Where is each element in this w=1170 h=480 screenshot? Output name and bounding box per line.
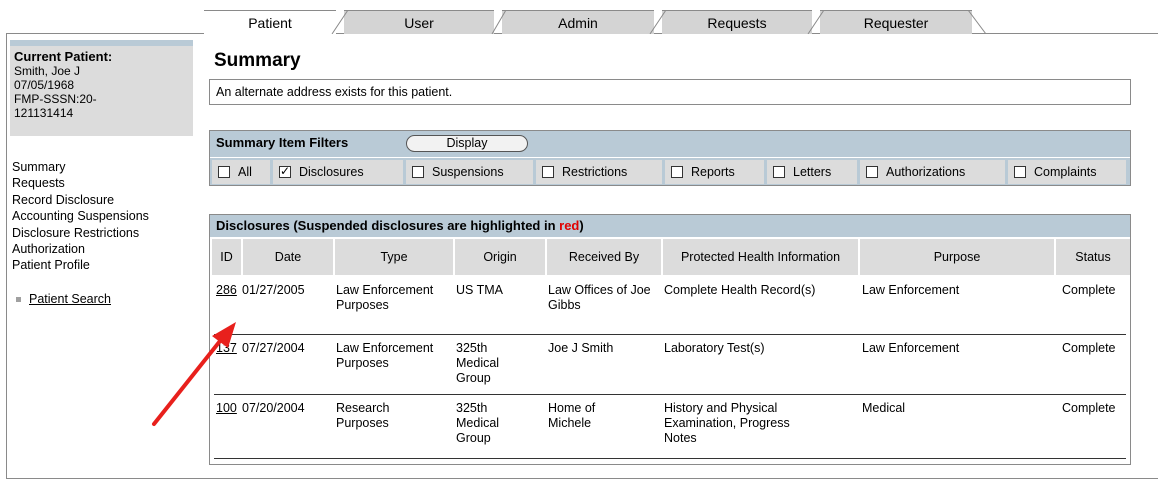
filter-label: Disclosures	[299, 165, 364, 179]
col-header-id: ID	[212, 239, 241, 275]
alert-message: An alternate address exists for this pat…	[209, 79, 1131, 105]
patient-id-line2: 121131414	[14, 106, 74, 120]
filter-complaints[interactable]: Complaints	[1008, 160, 1126, 184]
filters-header: Summary Item Filters Display	[210, 131, 1130, 157]
checkbox-checked-icon[interactable]	[279, 164, 291, 178]
col-header-type: Type	[335, 239, 453, 275]
sidebar-item-record-disclosure[interactable]: Record Disclosure	[12, 192, 149, 208]
table-row: 286 01/27/2005 Law Enforcement Purposes …	[212, 277, 1128, 335]
col-header-received-by: Received By	[547, 239, 661, 275]
filter-label: Authorizations	[886, 165, 966, 179]
table-row: 137 07/27/2004 Law Enforcement Purposes …	[212, 335, 1128, 395]
patient-search-item: Patient Search	[16, 292, 111, 306]
cell-phi: Complete Health Record(s)	[664, 283, 816, 297]
cell-type: Research Purposes	[336, 401, 390, 430]
filter-label: Letters	[793, 165, 832, 179]
filter-label: Suspensions	[432, 165, 504, 179]
filter-label: Restrictions	[562, 165, 628, 179]
patient-id-line1: FMP-SSSN:20-	[14, 92, 97, 106]
sidebar-item-requests[interactable]: Requests	[12, 175, 149, 191]
checkbox-icon[interactable]	[542, 166, 554, 178]
col-header-origin: Origin	[455, 239, 545, 275]
filter-all[interactable]: All	[212, 160, 270, 184]
summary-item-filters: Summary Item Filters Display All Disclos…	[209, 130, 1131, 186]
current-patient-label: Current Patient:	[14, 49, 113, 64]
tab-separators	[331, 10, 987, 34]
patient-name: Smith, Joe J	[14, 64, 81, 78]
sidebar-item-accounting-suspensions[interactable]: Accounting Suspensions	[12, 208, 149, 224]
disclosures-caption: Disclosures (Suspended disclosures are h…	[210, 215, 1130, 237]
filter-label: All	[238, 165, 252, 179]
cell-purpose: Law Enforcement	[862, 341, 960, 355]
disclosure-id-link[interactable]: 286	[216, 283, 237, 298]
cell-received-by: Joe J Smith	[548, 341, 614, 355]
checkbox-icon[interactable]	[773, 166, 785, 178]
cell-phi: History and Physical Examination, Progre…	[664, 401, 790, 445]
cell-origin: 325th Medical Group	[456, 401, 500, 445]
filter-disclosures[interactable]: Disclosures	[273, 160, 403, 184]
checkbox-icon[interactable]	[671, 166, 683, 178]
current-patient-box: Current Patient: Smith, Joe J 07/05/1968…	[10, 40, 193, 136]
filter-reports[interactable]: Reports	[665, 160, 764, 184]
filter-restrictions[interactable]: Restrictions	[536, 160, 662, 184]
frame-bottom-border	[6, 478, 1158, 479]
arrow-shaft	[152, 334, 226, 426]
table-header: ID Date Type Origin Received By Protecte…	[212, 239, 1130, 275]
filter-authorizations[interactable]: Authorizations	[860, 160, 1005, 184]
sidebar-item-authorization[interactable]: Authorization	[12, 241, 149, 257]
col-header-status: Status	[1056, 239, 1130, 275]
row-divider	[214, 458, 1126, 459]
checkbox-icon[interactable]	[218, 166, 230, 178]
cell-origin: 325th Medical Group	[456, 341, 500, 385]
sidebar-item-disclosure-restrictions[interactable]: Disclosure Restrictions	[12, 225, 149, 241]
red-arrow-annotation	[152, 322, 236, 426]
col-header-date: Date	[243, 239, 333, 275]
patient-search-link[interactable]: Patient Search	[29, 292, 111, 306]
cell-type: Law Enforcement Purposes	[336, 283, 434, 312]
cell-purpose: Law Enforcement	[862, 283, 960, 297]
cell-date: 07/27/2004	[242, 341, 305, 355]
checkbox-icon[interactable]	[1014, 166, 1026, 178]
caption-text: Disclosures (Suspended disclosures are h…	[216, 218, 560, 233]
cell-status: Complete	[1062, 283, 1116, 297]
cell-phi: Laboratory Test(s)	[664, 341, 765, 355]
checkbox-icon[interactable]	[412, 166, 424, 178]
cell-received-by: Law Offices of Joe Gibbs	[548, 283, 651, 312]
display-button[interactable]: Display	[406, 135, 528, 152]
cell-type: Law Enforcement Purposes	[336, 341, 434, 370]
patient-dob: 07/05/1968	[14, 78, 75, 92]
cell-status: Complete	[1062, 341, 1116, 355]
cell-purpose: Medical	[862, 401, 906, 415]
cell-received-by: Home of Michele	[548, 401, 596, 430]
caption-suffix: )	[579, 218, 584, 233]
cell-date: 07/20/2004	[242, 401, 305, 415]
cell-status: Complete	[1062, 401, 1116, 415]
table-row: 100 07/20/2004 Research Purposes 325th M…	[212, 395, 1128, 459]
filter-letters[interactable]: Letters	[767, 160, 857, 184]
checkbox-icon[interactable]	[866, 166, 878, 178]
bullet-icon	[16, 297, 21, 303]
sidebar-nav: Summary Requests Record Disclosure Accou…	[12, 159, 149, 274]
filters-title: Summary Item Filters	[216, 135, 349, 150]
col-header-purpose: Purpose	[860, 239, 1054, 275]
cell-origin: US TMA	[456, 283, 503, 297]
filter-label: Reports	[691, 165, 735, 179]
page-title: Summary	[214, 50, 301, 71]
filter-suspensions[interactable]: Suspensions	[406, 160, 533, 184]
caption-red-word: red	[559, 218, 580, 233]
cell-date: 01/27/2005	[242, 283, 305, 297]
filter-checkbox-row: All Disclosures Suspensions Restrictions…	[210, 157, 1130, 185]
col-header-phi: Protected Health Information	[663, 239, 858, 275]
sidebar-item-patient-profile[interactable]: Patient Profile	[12, 257, 149, 273]
disclosures-table: Disclosures (Suspended disclosures are h…	[209, 214, 1131, 465]
sidebar-item-summary[interactable]: Summary	[12, 159, 149, 175]
filter-label: Complaints	[1034, 165, 1097, 179]
